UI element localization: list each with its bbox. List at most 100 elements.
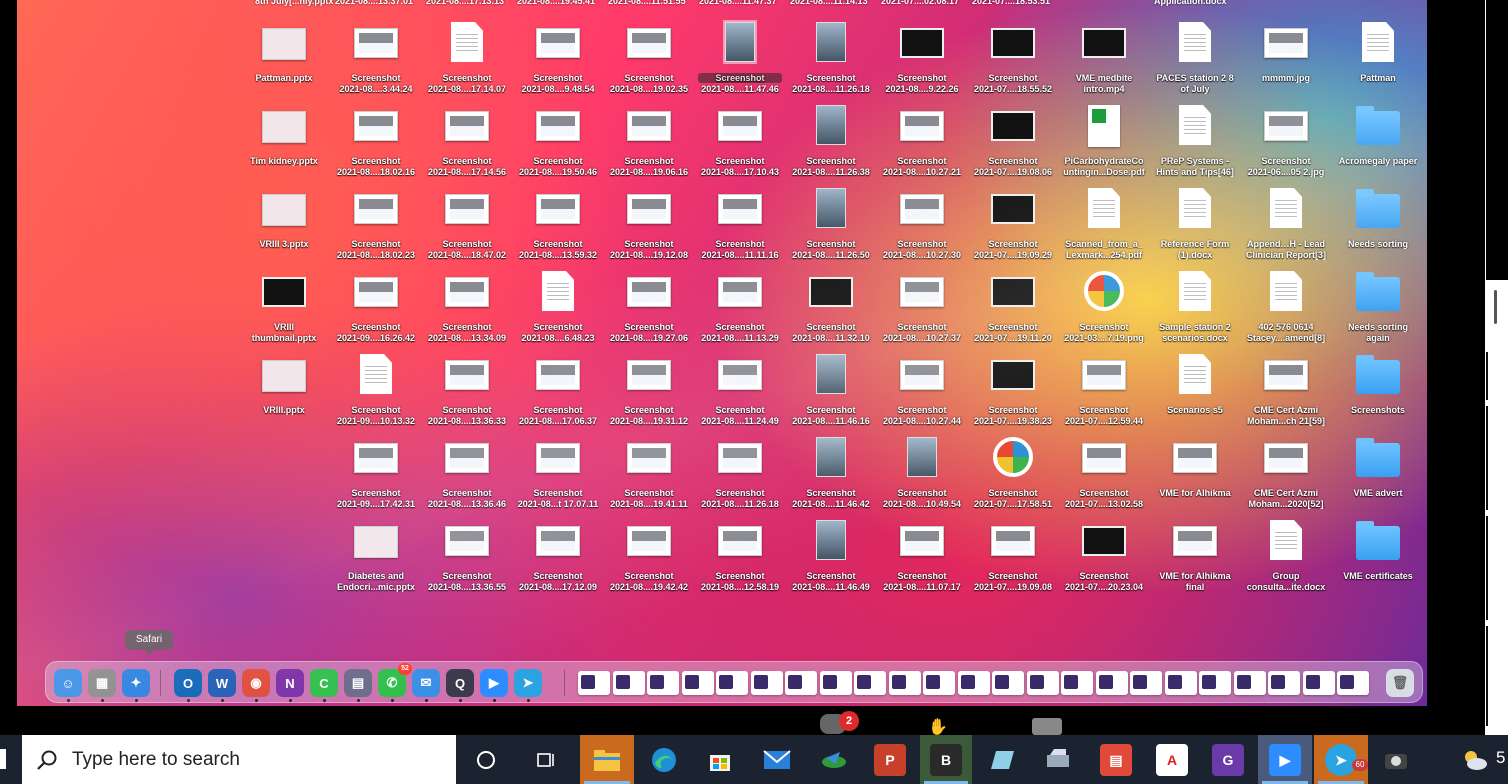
desktop-file[interactable]: Screenshot 2021-08....9.22.26 bbox=[875, 6, 969, 94]
dock-document-thumbnail[interactable] bbox=[750, 671, 783, 695]
desktop-file[interactable]: Screenshot 2021-08....18.02.23 bbox=[329, 172, 423, 260]
task-view-icon[interactable] bbox=[530, 744, 562, 776]
desktop-file[interactable]: VME for Alhikma final bbox=[1148, 504, 1242, 592]
desktop-file[interactable]: Screenshot 2021-08....19.27.06 bbox=[602, 255, 696, 343]
facetime-icon[interactable]: C bbox=[310, 669, 338, 702]
desktop-file[interactable]: Screenshot 2021-08....11.26.50 bbox=[784, 172, 878, 260]
desktop-file[interactable]: Screenshot 2021-08....13.36.46 bbox=[420, 421, 514, 509]
trash-icon[interactable]: 🗑 bbox=[1386, 669, 1414, 697]
desktop-file[interactable]: Screenshot 2021-08....11.13.29 bbox=[693, 255, 787, 343]
desktop-file[interactable]: Screenshot 2021-08....17.10.43 bbox=[693, 89, 787, 177]
desktop-file[interactable]: Screenshot 2021-08...t 17.07.11 bbox=[511, 421, 605, 509]
desktop-file[interactable]: Screenshot 2021-08....13.36.55 bbox=[420, 504, 514, 592]
dock-document-thumbnail[interactable] bbox=[1095, 671, 1128, 695]
desktop-file[interactable]: Screenshot 2021-08....11.07.17 bbox=[875, 504, 969, 592]
desktop-file[interactable]: VRIII thumbnail.pptx bbox=[237, 255, 331, 343]
desktop-file[interactable]: Screenshot 2021-08....9.48.54 bbox=[511, 6, 605, 94]
taskbar-search-box[interactable]: Type here to search bbox=[22, 735, 456, 784]
desktop-file[interactable]: Screenshot 2021-07....19.09.29 bbox=[966, 172, 1060, 260]
desktop-file[interactable]: Screenshot 2021-09....16.26.42 bbox=[329, 255, 423, 343]
dock-document-thumbnail[interactable] bbox=[785, 671, 817, 695]
outlook-icon[interactable]: O bbox=[174, 669, 202, 702]
zoom-active[interactable]: ▶ bbox=[1258, 735, 1312, 784]
desktop-file[interactable]: Screenshot 2021-08....13.59.32 bbox=[511, 172, 605, 260]
desktop-file[interactable]: Diabetes and Endocri...mic.pptx bbox=[329, 504, 423, 592]
desktop-file[interactable]: Screenshot 2021-08....17.14.07 bbox=[420, 6, 514, 94]
media-app-active[interactable]: B bbox=[920, 735, 972, 784]
desktop-file[interactable]: Tim kidney.pptx bbox=[237, 89, 331, 173]
desktop-folder[interactable]: Needs sorting bbox=[1331, 172, 1425, 256]
mail-icon[interactable] bbox=[761, 744, 793, 776]
dock-document-thumbnail[interactable] bbox=[1233, 671, 1266, 695]
desktop-folder[interactable]: VME certificates bbox=[1331, 504, 1425, 588]
desktop-file[interactable]: Screenshot 2021-08....11.47.46 bbox=[693, 6, 787, 94]
desktop-file[interactable]: Screenshot 2021-08....10.49.54 bbox=[875, 421, 969, 509]
dock-document-thumbnail[interactable] bbox=[957, 671, 990, 695]
whatsapp-icon[interactable]: ✆ 52 bbox=[378, 663, 412, 702]
desktop-file[interactable]: Screenshot 2021-08....19.41.11 bbox=[602, 421, 696, 509]
desktop-file[interactable]: Append…H - Lead Clinician Report[3] bbox=[1239, 172, 1333, 260]
participant-tile[interactable] bbox=[1486, 352, 1508, 400]
desktop-folder[interactable]: Needs sorting again bbox=[1331, 255, 1425, 343]
desktop-file[interactable]: Screenshot 2021-08....10.27.21 bbox=[875, 89, 969, 177]
desktop-file[interactable]: Scenarios s5 bbox=[1148, 338, 1242, 422]
desktop-file[interactable]: Screenshot 2021-08....12.58.19 bbox=[693, 504, 787, 592]
desktop-file[interactable]: CME Cert Azmi Moham...2020[52] bbox=[1239, 421, 1333, 509]
desktop-file[interactable]: Screenshot 2021-07....13.02.58 bbox=[1057, 421, 1151, 509]
participant-tile[interactable] bbox=[1486, 516, 1508, 620]
dock-document-thumbnail[interactable] bbox=[1026, 671, 1059, 695]
desktop-file[interactable]: Screenshot 2021-08....18.02.16 bbox=[329, 89, 423, 177]
dock-document-thumbnail[interactable] bbox=[923, 671, 955, 695]
desktop-file[interactable]: Screenshot 2021-08....11.26.18 bbox=[693, 421, 787, 509]
desktop-file[interactable]: Screenshot 2021-08....19.42.42 bbox=[602, 504, 696, 592]
cortana-icon[interactable] bbox=[470, 744, 502, 776]
earth-app-icon[interactable] bbox=[818, 744, 850, 776]
dock-document-thumbnail[interactable] bbox=[854, 671, 886, 695]
desktop-file[interactable]: Screenshot 2021-07....19.08.06 bbox=[966, 89, 1060, 177]
desktop-folder[interactable]: Acromegaly paper bbox=[1331, 89, 1425, 173]
desktop-file[interactable]: VME for Alhikma bbox=[1148, 421, 1242, 505]
file-explorer-active[interactable] bbox=[580, 735, 634, 784]
desktop-file[interactable]: Screenshot 2021-08....17.06.37 bbox=[511, 338, 605, 426]
desktop-file[interactable]: Screenshot 2021-08....11.26.18 bbox=[784, 6, 878, 94]
desktop-file[interactable]: Screenshot 2021-07....19.11.20 bbox=[966, 255, 1060, 343]
word-icon[interactable]: W bbox=[208, 669, 236, 702]
desktop-file[interactable]: Screenshot 2021-07....12.59.44 bbox=[1057, 338, 1151, 426]
dock-document-thumbnail[interactable] bbox=[647, 671, 679, 695]
desktop-file[interactable]: Pattman bbox=[1331, 6, 1425, 90]
start-button-edge[interactable] bbox=[0, 749, 6, 769]
desktop-file[interactable]: Screenshot 2021-08....11.26.38 bbox=[784, 89, 878, 177]
participant-tile[interactable] bbox=[1486, 626, 1508, 726]
telegram-active[interactable]: ➤ 60 bbox=[1314, 735, 1368, 784]
dock-document-thumbnail[interactable] bbox=[819, 671, 852, 695]
desktop-file[interactable]: CME Cert Azmi Moham...ch 21[59] bbox=[1239, 338, 1333, 426]
dock-document-thumbnail[interactable] bbox=[1130, 671, 1162, 695]
dock-document-thumbnail[interactable] bbox=[1268, 671, 1300, 695]
desktop-file[interactable]: PReP Systems - Hints and Tips[46] bbox=[1148, 89, 1242, 177]
strip-resize-handle[interactable] bbox=[1494, 290, 1497, 324]
dock-document-thumbnail[interactable] bbox=[992, 671, 1024, 695]
desktop-file[interactable]: Sample station 2 scenarios.docx bbox=[1148, 255, 1242, 343]
notebook-app-icon[interactable] bbox=[986, 744, 1018, 776]
desktop-file[interactable]: mmmm.jpg bbox=[1239, 6, 1333, 90]
zoom-icon[interactable]: ▶ bbox=[480, 669, 508, 702]
dock-document-thumbnail[interactable] bbox=[1164, 671, 1197, 695]
dock-document-thumbnail[interactable] bbox=[612, 671, 645, 695]
edge-icon[interactable] bbox=[648, 744, 680, 776]
desktop-folder[interactable]: VME advert bbox=[1331, 421, 1425, 505]
share-screen-icon[interactable] bbox=[1032, 718, 1062, 735]
desktop-file[interactable]: Screenshot 2021-08....10.27.30 bbox=[875, 172, 969, 260]
desktop-file[interactable]: Screenshot 2021-07....18.55.52 bbox=[966, 6, 1060, 94]
desktop-file[interactable]: Screenshot 2021-08....6.48.23 bbox=[511, 255, 605, 343]
quicktime-icon[interactable]: Q bbox=[446, 669, 474, 702]
desktop-file[interactable]: Screenshot 2021-08....11.46.16 bbox=[784, 338, 878, 426]
dock-document-thumbnail[interactable] bbox=[578, 671, 610, 695]
desktop-file[interactable]: Screenshot 2021-06....05 2.jpg bbox=[1239, 89, 1333, 177]
desktop-file[interactable]: Screenshot 2021-08....10.27.44 bbox=[875, 338, 969, 426]
store-icon[interactable] bbox=[704, 744, 736, 776]
desktop-file[interactable]: Screenshot 2021-08....11.46.49 bbox=[784, 504, 878, 592]
desktop-file[interactable]: Screenshot 2021-08....13.34.09 bbox=[420, 255, 514, 343]
desktop-file[interactable]: Screenshot 2021-08....3.44.24 bbox=[329, 6, 423, 94]
launchpad-icon[interactable]: ▦ bbox=[88, 669, 116, 702]
raise-hand-icon[interactable]: ✋ bbox=[928, 717, 948, 737]
